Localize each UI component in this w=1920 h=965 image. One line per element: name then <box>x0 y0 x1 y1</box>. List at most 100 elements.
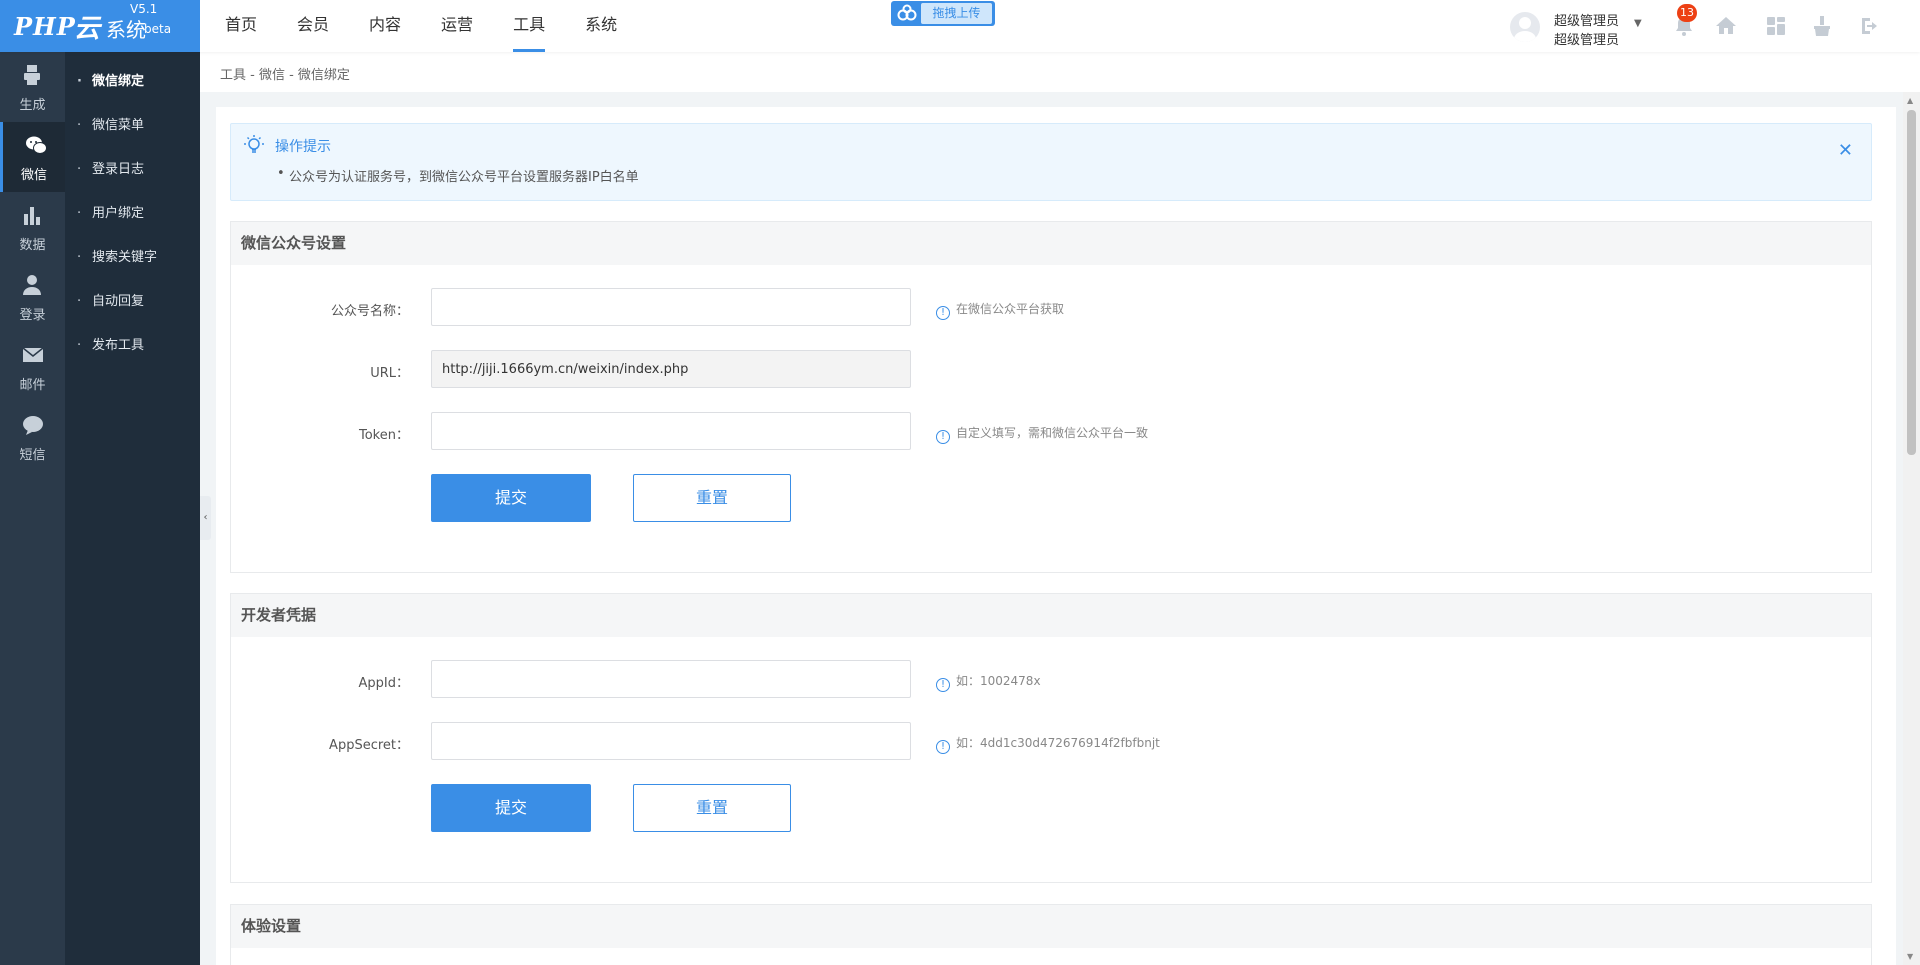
developer-credentials-section: 开发者凭据 AppId： ! 如：1002478x AppSecret： ! 如：4… <box>230 593 1872 883</box>
drag-upload-button[interactable]: 拖拽上传 <box>891 1 995 26</box>
url-input[interactable] <box>431 350 911 388</box>
user-role: 超级管理员 <box>1554 33 1620 48</box>
logout-icon[interactable] <box>1858 14 1882 38</box>
sidebar-item-mail[interactable]: 邮件 <box>0 332 65 402</box>
topnav-system[interactable]: 系统 <box>585 0 617 52</box>
submenu-item-login-log[interactable]: 登录日志 <box>65 148 200 192</box>
submenu-item-publish-tools[interactable]: 发布工具 <box>65 324 200 368</box>
experience-settings-section: 体验设置 <box>230 904 1872 965</box>
topnav-home[interactable]: 首页 <box>225 0 257 52</box>
sidebar-item-generate[interactable]: 生成 <box>0 52 65 122</box>
printer-icon <box>24 65 40 85</box>
field-label: URL： <box>370 366 409 381</box>
sidebar-item-sms[interactable]: 短信 <box>0 402 65 472</box>
reset-button[interactable]: 重置 <box>633 784 791 832</box>
section-title: 开发者凭据 <box>231 594 1871 637</box>
submenu-item-search-keywords[interactable]: 搜索关键字 <box>65 236 200 280</box>
appid-input[interactable] <box>431 660 911 698</box>
submenu-item-auto-reply[interactable]: 自动回复 <box>65 280 200 324</box>
sidebar-item-label: 邮件 <box>19 378 46 393</box>
topnav-content[interactable]: 内容 <box>369 0 401 52</box>
token-input[interactable] <box>431 412 911 450</box>
section-title: 体验设置 <box>231 905 1871 948</box>
submenu-item-wechat-menu[interactable]: 微信菜单 <box>65 104 200 148</box>
scroll-up-icon[interactable]: ▲ <box>1907 96 1913 105</box>
user-menu[interactable]: 超级管理员 超级管理员 ▼ <box>1510 8 1650 48</box>
tips-panel: 操作提示 公众号为认证服务号，到微信公众号平台设置服务器IP白名单 ✕ <box>230 123 1872 201</box>
version-label: V5.1 <box>130 2 158 16</box>
tips-line: 公众号为认证服务号，到微信公众号平台设置服务器IP白名单 <box>277 166 639 185</box>
beta-label: beta <box>144 22 172 36</box>
clear-cache-icon[interactable] <box>1810 14 1834 38</box>
submenu-item-wechat-bind[interactable]: 微信绑定 <box>65 60 200 104</box>
sidebar-item-data[interactable]: 数据 <box>0 192 65 262</box>
close-icon[interactable]: ✕ <box>1838 140 1853 161</box>
info-icon: ! <box>936 430 950 444</box>
home-icon[interactable] <box>1714 14 1738 38</box>
info-icon: ! <box>936 678 950 692</box>
hint-text: 自定义填写，需和微信公众平台一致 <box>956 426 1149 440</box>
apps-icon[interactable] <box>1764 14 1788 38</box>
scrollbar-thumb[interactable] <box>1907 110 1916 455</box>
message-icon <box>23 416 43 435</box>
topnav-member[interactable]: 会员 <box>297 0 329 52</box>
topnav-tools[interactable]: 工具 <box>513 0 546 52</box>
hint-text: 如：1002478x <box>956 674 1041 688</box>
form-row-account-name: 公众号名称： ! 在微信公众平台获取 <box>231 288 1871 328</box>
tips-title: 操作提示 <box>275 139 331 155</box>
user-icon <box>23 275 41 295</box>
notification-badge: 13 <box>1677 4 1697 22</box>
field-label: Token： <box>359 428 409 443</box>
reset-button[interactable]: 重置 <box>633 474 791 522</box>
submit-button[interactable]: 提交 <box>431 784 591 832</box>
main-content: 操作提示 公众号为认证服务号，到微信公众号平台设置服务器IP白名单 ✕ 微信公众… <box>216 107 1896 965</box>
sidebar-item-label: 数据 <box>19 238 46 253</box>
field-hint: ! 如：4dd1c30d472676914f2fbfbnjt <box>936 734 1160 754</box>
field-label: AppSecret： <box>329 738 409 753</box>
info-icon: ! <box>936 306 950 320</box>
info-icon: ! <box>936 740 950 754</box>
field-label: AppId： <box>358 676 409 691</box>
appsecret-input[interactable] <box>431 722 911 760</box>
user-name: 超级管理员 <box>1554 14 1620 29</box>
top-bar: PHP 云 系统 V5.1 beta 首页 会员 内容 运营 工具 系统 拖拽上… <box>0 0 1920 52</box>
form-row-url: URL： <box>231 350 1871 390</box>
account-name-input[interactable] <box>431 288 911 326</box>
field-hint: ! 在微信公众平台获取 <box>936 300 1064 320</box>
form-row-token: Token： ! 自定义填写，需和微信公众平台一致 <box>231 412 1871 452</box>
submenu-item-user-bind[interactable]: 用户绑定 <box>65 192 200 236</box>
breadcrumb: 工具 - 微信 - 微信绑定 <box>220 68 350 83</box>
lightbulb-icon <box>243 134 265 160</box>
section-title: 微信公众号设置 <box>231 222 1871 265</box>
hint-text: 如：4dd1c30d472676914f2fbfbnjt <box>956 736 1160 750</box>
wechat-settings-section: 微信公众号设置 公众号名称： ! 在微信公众平台获取 URL： Token： ! 自… <box>230 221 1872 573</box>
topnav-operation[interactable]: 运营 <box>441 0 473 52</box>
form-row-appsecret: AppSecret： ! 如：4dd1c30d472676914f2fbfbnjt <box>231 722 1871 762</box>
baidu-cloud-icon <box>895 3 919 24</box>
wechat-icon <box>26 136 47 154</box>
page-scrollbar[interactable]: ▲ ▼ <box>1903 92 1920 965</box>
field-hint: ! 如：1002478x <box>936 672 1041 692</box>
submit-button[interactable]: 提交 <box>431 474 591 522</box>
sidebar-item-label: 短信 <box>19 448 46 463</box>
logo-php-text: PHP <box>14 12 76 41</box>
collapse-sidebar-button[interactable]: ‹ <box>200 496 211 540</box>
avatar <box>1510 12 1540 42</box>
breadcrumb-bar <box>200 52 1920 92</box>
mail-icon <box>22 347 44 362</box>
top-nav: 首页 会员 内容 运营 工具 系统 <box>200 0 632 52</box>
bar-chart-icon <box>24 207 40 225</box>
field-hint: ! 自定义填写，需和微信公众平台一致 <box>936 424 1148 444</box>
logo[interactable]: PHP 云 系统 V5.1 beta <box>0 0 200 52</box>
logo-cloud-text: 云 <box>74 14 101 44</box>
sidebar-item-wechat[interactable]: 微信 <box>0 122 65 192</box>
secondary-sidebar: 微信绑定 微信菜单 登录日志 用户绑定 搜索关键字 自动回复 发布工具 <box>65 52 200 965</box>
sidebar-item-label: 登录 <box>19 308 46 323</box>
logo-system-text: 系统 <box>106 18 146 42</box>
sidebar-item-login[interactable]: 登录 <box>0 262 65 332</box>
hint-text: 在微信公众平台获取 <box>956 302 1065 316</box>
scroll-down-icon[interactable]: ▼ <box>1907 952 1913 961</box>
form-row-appid: AppId： ! 如：1002478x <box>231 660 1871 700</box>
sidebar-item-label: 生成 <box>19 98 46 113</box>
sidebar-item-label: 微信 <box>20 168 47 183</box>
